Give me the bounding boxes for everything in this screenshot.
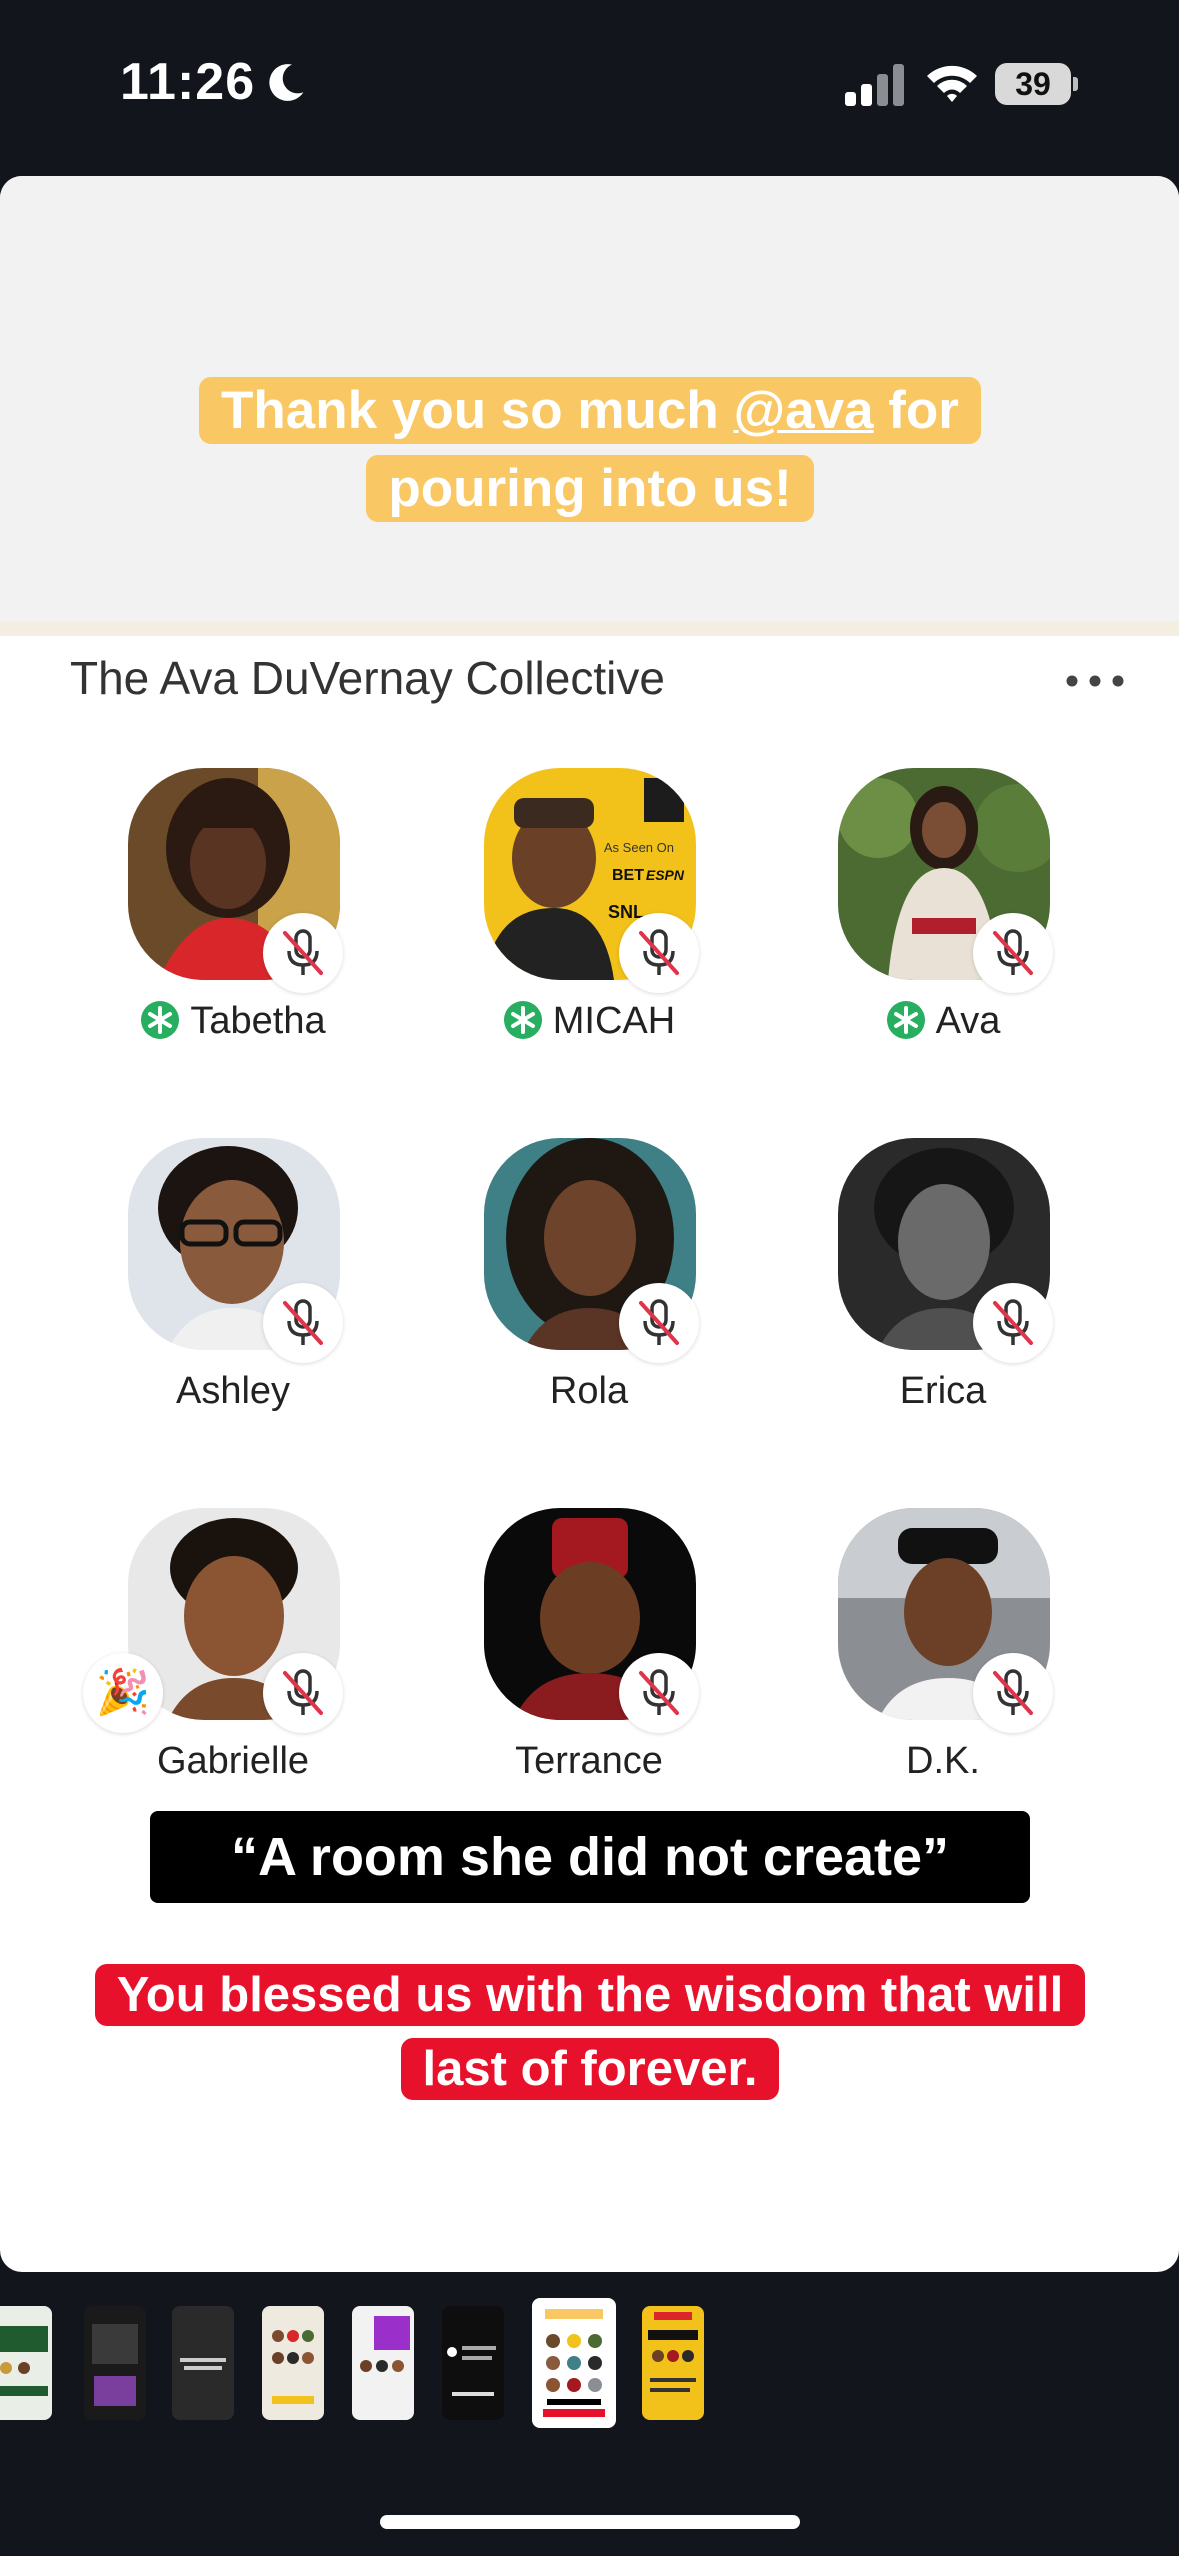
ellipsis-icon[interactable] xyxy=(1060,666,1130,696)
mention-ava[interactable]: @ava xyxy=(733,381,873,440)
moderator-star-icon xyxy=(141,1000,180,1039)
muted-mic-icon xyxy=(619,1283,699,1363)
speaker-tabetha[interactable]: Tabetha xyxy=(83,768,383,1098)
speaker-name: Erica xyxy=(899,1370,987,1412)
speaker-erica[interactable]: Erica xyxy=(793,1138,1093,1468)
wifi-icon xyxy=(927,65,977,102)
muted-mic-icon xyxy=(973,913,1053,993)
muted-mic-icon xyxy=(619,913,699,993)
speaker-name-row: Tabetha xyxy=(83,1000,383,1043)
as-seen-on-text: As Seen On xyxy=(604,840,674,855)
cellular-signal-icon xyxy=(845,64,904,106)
muted-mic-icon xyxy=(263,1653,343,1733)
speaker-name: Terrance xyxy=(515,1740,663,1782)
moderator-star-icon xyxy=(886,1000,925,1039)
sticker-text-before: Thank you so much xyxy=(221,381,734,440)
speaker-micah[interactable]: As Seen On BET ESPN SNL MICAH xyxy=(439,768,739,1098)
quote-caption: “A room she did not create” xyxy=(150,1811,1030,1903)
moderator-star-icon xyxy=(503,1000,542,1039)
blessing-sticker: You blessed us with the wisdom that will… xyxy=(70,1958,1110,2106)
muted-mic-icon xyxy=(973,1653,1053,1733)
story-thumbnail[interactable] xyxy=(442,2306,504,2420)
thank-you-sticker: Thank you so much @ava for pouring into … xyxy=(120,372,1060,528)
speaker-dk[interactable]: D.K. xyxy=(793,1508,1093,1838)
party-popper-icon: 🎉 xyxy=(83,1653,163,1733)
blessing-text: You blessed us with the wisdom that will… xyxy=(94,1964,1086,2100)
speaker-name: MICAH xyxy=(552,1000,676,1042)
espn-badge: ESPN xyxy=(646,867,685,883)
speaker-gabrielle[interactable]: 🎉 Gabrielle xyxy=(83,1508,383,1838)
battery-level: 39 xyxy=(1015,66,1051,102)
story-thumbnail[interactable] xyxy=(0,2306,52,2420)
speaker-terrance[interactable]: Terrance xyxy=(439,1508,739,1838)
story-card[interactable]: Thank you so much @ava for pouring into … xyxy=(0,176,1179,2272)
speaker-name-row: Ava xyxy=(793,1000,1093,1043)
speaker-name: Rola xyxy=(549,1370,629,1412)
story-thumbnail[interactable] xyxy=(352,2306,414,2420)
story-thumbnail[interactable] xyxy=(172,2306,234,2420)
muted-mic-icon xyxy=(973,1283,1053,1363)
story-thumbnail-strip xyxy=(0,2298,1179,2428)
story-thumbnail[interactable] xyxy=(642,2306,704,2420)
speaker-ashley[interactable]: Ashley xyxy=(83,1138,383,1468)
status-time: 11:26 xyxy=(120,53,256,111)
story-thumbnail[interactable] xyxy=(84,2306,146,2420)
story-thumbnail-active[interactable] xyxy=(532,2298,616,2428)
speaker-name: D.K. xyxy=(906,1740,980,1782)
home-indicator[interactable] xyxy=(380,2515,800,2529)
speaker-name: Gabrielle xyxy=(156,1740,310,1782)
speaker-name: Ashley xyxy=(175,1370,291,1412)
speaker-name-row: MICAH xyxy=(439,1000,739,1043)
muted-mic-icon xyxy=(263,913,343,993)
status-bar: 11:26 39 xyxy=(0,0,1179,175)
story-thumbnail[interactable] xyxy=(262,2306,324,2420)
speaker-name: Ava xyxy=(935,1000,1001,1042)
speaker-rola[interactable]: Rola xyxy=(439,1138,739,1468)
moon-icon xyxy=(269,64,304,101)
speaker-name: Tabetha xyxy=(190,1000,326,1042)
battery-icon: 39 xyxy=(995,63,1079,105)
muted-mic-icon xyxy=(619,1653,699,1733)
room-title: The Ava DuVernay Collective xyxy=(70,652,665,704)
muted-mic-icon xyxy=(263,1283,343,1363)
bet-badge: BET xyxy=(612,867,644,884)
speaker-ava[interactable]: Ava xyxy=(793,768,1093,1098)
